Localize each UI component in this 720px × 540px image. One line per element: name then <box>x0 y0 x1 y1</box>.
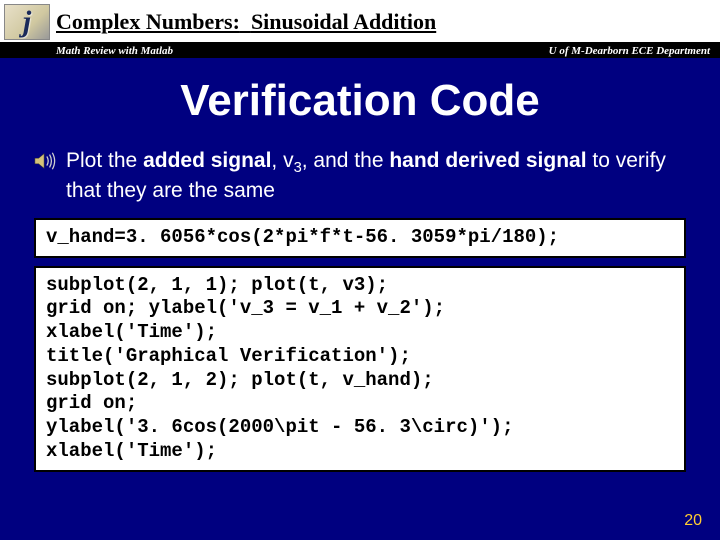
bullet-t2: , v <box>271 149 293 172</box>
header-top-row: j Complex Numbers: Sinusoidal Addition <box>0 2 720 42</box>
bullet-t3: , and the <box>302 149 390 172</box>
bullet-b1: added signal <box>143 149 271 172</box>
bullet-text: Plot the added signal, v3, and the hand … <box>66 148 686 204</box>
page-number: 20 <box>684 512 702 530</box>
header-sub-left: Math Review with Matlab <box>56 44 173 58</box>
code-block-1: v_hand=3. 6056*cos(2*pi*f*t-56. 3059*pi/… <box>34 218 686 258</box>
logo-icon: j <box>4 4 50 40</box>
header-sub-right: U of M-Dearborn ECE Department <box>549 44 710 58</box>
code-block-2: subplot(2, 1, 1); plot(t, v3); grid on; … <box>34 266 686 472</box>
breadcrumb-part-b: Sinusoidal Addition <box>251 9 436 34</box>
slide-header: j Complex Numbers: Sinusoidal Addition M… <box>0 0 720 58</box>
breadcrumb-part-a: Complex Numbers: <box>56 9 240 34</box>
bullet-b2: hand derived signal <box>389 149 586 172</box>
bullet-item: Plot the added signal, v3, and the hand … <box>34 148 686 204</box>
bullet-t1: Plot the <box>66 149 143 172</box>
header-sub-row: Math Review with Matlab U of M-Dearborn … <box>0 44 720 58</box>
breadcrumb: Complex Numbers: Sinusoidal Addition <box>56 9 436 35</box>
bullet-sub: 3 <box>294 160 302 176</box>
page-title: Verification Code <box>0 76 720 126</box>
sound-icon[interactable] <box>34 151 56 171</box>
content-area: Plot the added signal, v3, and the hand … <box>0 148 720 472</box>
